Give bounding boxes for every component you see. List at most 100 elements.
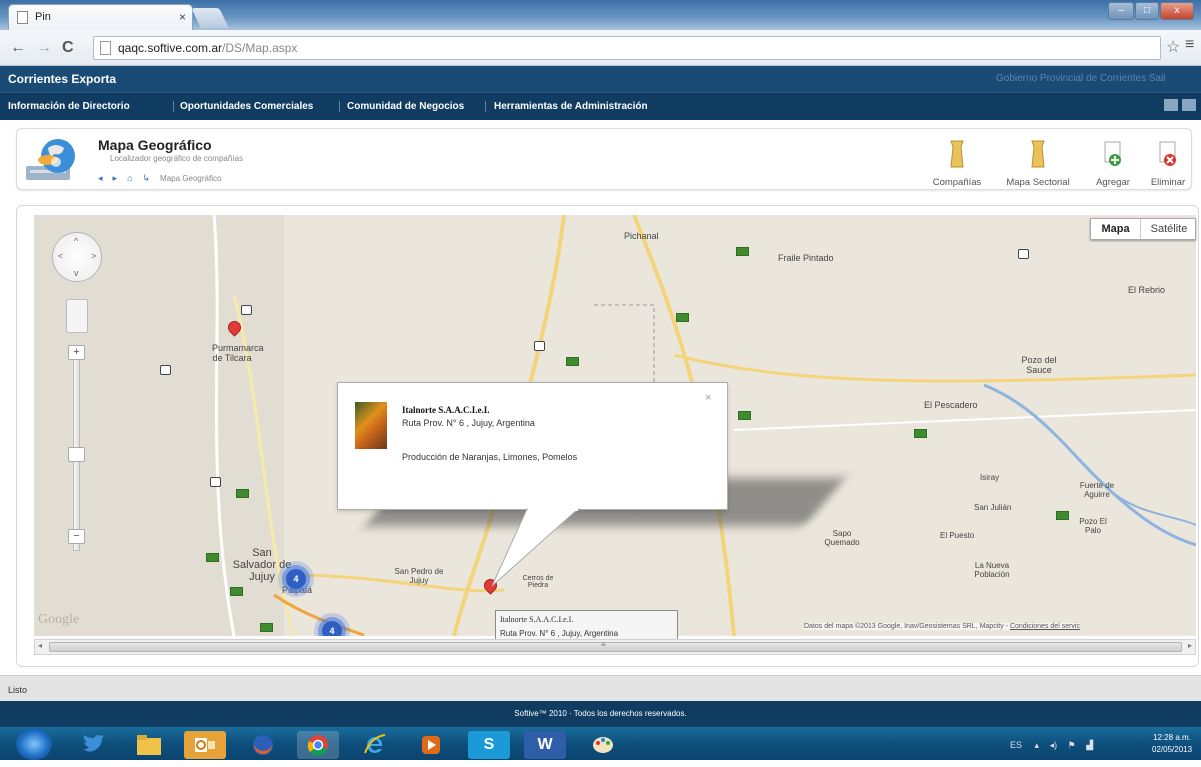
scroll-thumb[interactable]	[49, 642, 1182, 652]
twitter-taskbar-icon[interactable]	[72, 731, 114, 759]
scroll-right-icon[interactable]: ▸	[1188, 641, 1192, 650]
route-shield	[738, 411, 751, 420]
address-bar[interactable]: qaqc.softive.com.ar/DS/Map.aspx	[93, 36, 1161, 60]
firefox-taskbar-icon[interactable]	[242, 731, 284, 759]
folder-icon	[137, 735, 161, 755]
zoom-out-button[interactable]: −	[68, 529, 85, 544]
nav-separator: |	[484, 100, 487, 112]
volume-icon[interactable]: ◂)	[1050, 740, 1058, 750]
route-shield	[210, 477, 221, 487]
tooltip-name: Italnorte S.A.A.C.I.e.I.	[500, 615, 574, 624]
nav-directorio[interactable]: Información de Directorio	[8, 101, 130, 112]
media-taskbar-icon[interactable]	[410, 731, 452, 759]
pan-control[interactable]: ^ v < >	[52, 232, 102, 282]
pan-right-icon[interactable]: >	[91, 251, 96, 261]
maximize-button[interactable]: □	[1135, 2, 1159, 20]
agregar-button[interactable]: Agregar	[1090, 140, 1136, 188]
reload-icon[interactable]: C	[62, 39, 74, 57]
tray-expand-icon[interactable]: ▴	[1035, 740, 1040, 750]
map-type-map-button[interactable]: Mapa	[1091, 219, 1141, 239]
map-type-satellite-button[interactable]: Satélite	[1142, 219, 1196, 239]
terms-link[interactable]: Condiciones del servic	[1010, 623, 1080, 630]
page-icon	[100, 41, 111, 55]
marker-cluster[interactable]: 4	[322, 621, 342, 636]
marker-cluster[interactable]: 4	[286, 569, 306, 589]
map-label: Isiray	[980, 473, 1000, 482]
route-shield	[1018, 249, 1029, 259]
companias-label: Compañías	[932, 177, 982, 188]
header-right-link[interactable]: Gobierno Provincial de Corrientes Sali	[996, 73, 1166, 84]
nav-herramientas[interactable]: Herramientas de Administración	[494, 101, 648, 112]
footer: Softive™ 2010 · Todos los derechos reser…	[0, 701, 1201, 727]
eliminar-button[interactable]: Eliminar	[1145, 140, 1191, 188]
export-icon[interactable]	[1182, 99, 1196, 111]
pegman-icon[interactable]	[66, 299, 88, 333]
horizontal-scrollbar[interactable]: ◂ ≡ ▸	[34, 639, 1196, 655]
nav-comunidad[interactable]: Comunidad de Negocios	[347, 101, 464, 112]
skype-taskbar-icon[interactable]: S	[468, 731, 510, 759]
breadcrumb: ◂ ▸ ⌂ ↳ Mapa Geográfico	[98, 173, 221, 184]
menu-icon[interactable]: ≡	[1185, 36, 1194, 54]
chrome-taskbar-icon[interactable]	[297, 731, 339, 759]
forward-icon[interactable]: →	[36, 39, 52, 57]
chrome-icon	[307, 735, 328, 756]
info-window	[337, 382, 728, 510]
companias-button[interactable]: Compañías	[924, 140, 990, 188]
twitter-bird-icon	[83, 734, 105, 752]
outlook-taskbar-icon[interactable]	[184, 731, 226, 759]
back-icon[interactable]: ←	[10, 39, 26, 57]
browser-tab[interactable]: Pin ×	[8, 4, 193, 30]
minimize-button[interactable]: –	[1108, 2, 1134, 20]
map-label: Purmamarca de Tilcara	[212, 343, 264, 363]
flag-icon[interactable]: ⚑	[1068, 740, 1076, 750]
level-icon[interactable]: ↳	[143, 173, 151, 183]
internet-explorer-icon	[364, 734, 386, 754]
tooltip-address: Ruta Prov. N° 6 , Jujuy, Argentina	[500, 629, 619, 638]
explorer-taskbar-icon[interactable]	[128, 731, 170, 759]
forward-arrow-icon[interactable]: ▸	[113, 173, 118, 183]
outlook-icon	[195, 738, 215, 752]
ie-taskbar-icon[interactable]	[354, 731, 396, 759]
map-label: La Nueva Población	[974, 561, 1010, 579]
zoom-in-button[interactable]: +	[68, 345, 85, 360]
clock[interactable]: 12:28 a.m. 02/05/2013	[1152, 732, 1192, 756]
nav-separator: |	[172, 100, 175, 112]
map-label: San Pedro de Jujuy	[394, 567, 444, 585]
bookmark-star-icon[interactable]: ☆	[1166, 37, 1180, 57]
back-arrow-icon[interactable]: ◂	[98, 173, 103, 183]
map-label: Pozo del Sauce	[1021, 355, 1057, 375]
nav-oportunidades[interactable]: Oportunidades Comerciales	[180, 101, 313, 112]
network-icon[interactable]: ▟	[1086, 740, 1093, 750]
pan-down-icon[interactable]: v	[74, 268, 79, 278]
close-window-button[interactable]: x	[1160, 2, 1194, 20]
map-type-control: Mapa Satélite	[1090, 218, 1196, 240]
page-icon	[17, 11, 28, 24]
map-attribution: Datos del mapa ©2013 Google, Inav/Geosis…	[804, 623, 1080, 630]
app-header: Corrientes Exporta Gobierno Provincial d…	[0, 66, 1201, 92]
map-label: El Pescadero	[924, 400, 978, 410]
firefox-icon	[253, 735, 273, 755]
map-label: Fuerte de Aguirre	[1079, 481, 1115, 499]
app-nav: Información de Directorio | Oportunidade…	[0, 92, 1201, 120]
folder-icon	[1031, 140, 1045, 168]
pan-up-icon[interactable]: ^	[74, 236, 78, 246]
pan-left-icon[interactable]: <	[58, 251, 63, 261]
start-button[interactable]	[16, 728, 52, 760]
page-subtitle: Localizador geográfico de compañías	[110, 154, 243, 163]
word-taskbar-icon[interactable]: W	[524, 731, 566, 759]
mapa-sectorial-button[interactable]: Mapa Sectorial	[998, 140, 1078, 188]
infowindow-close-icon[interactable]: ×	[705, 392, 711, 404]
zoom-handle[interactable]	[68, 447, 85, 462]
nav-separator: |	[338, 100, 341, 112]
system-tray: ES ▴ ◂) ⚑ ▟	[1010, 740, 1093, 751]
tab-close-icon[interactable]: ×	[179, 10, 186, 24]
scroll-left-icon[interactable]: ◂	[38, 641, 42, 650]
print-icon[interactable]	[1164, 99, 1178, 111]
eliminar-label: Eliminar	[1150, 177, 1186, 188]
home-icon[interactable]: ⌂	[127, 173, 132, 183]
language-indicator[interactable]: ES	[1010, 740, 1022, 750]
paint-taskbar-icon[interactable]	[582, 731, 624, 759]
map-label: Fraile Pintado	[778, 253, 834, 263]
map-label: San Salvador de Jujuy	[232, 547, 292, 583]
page-title: Mapa Geográfico	[98, 137, 212, 153]
